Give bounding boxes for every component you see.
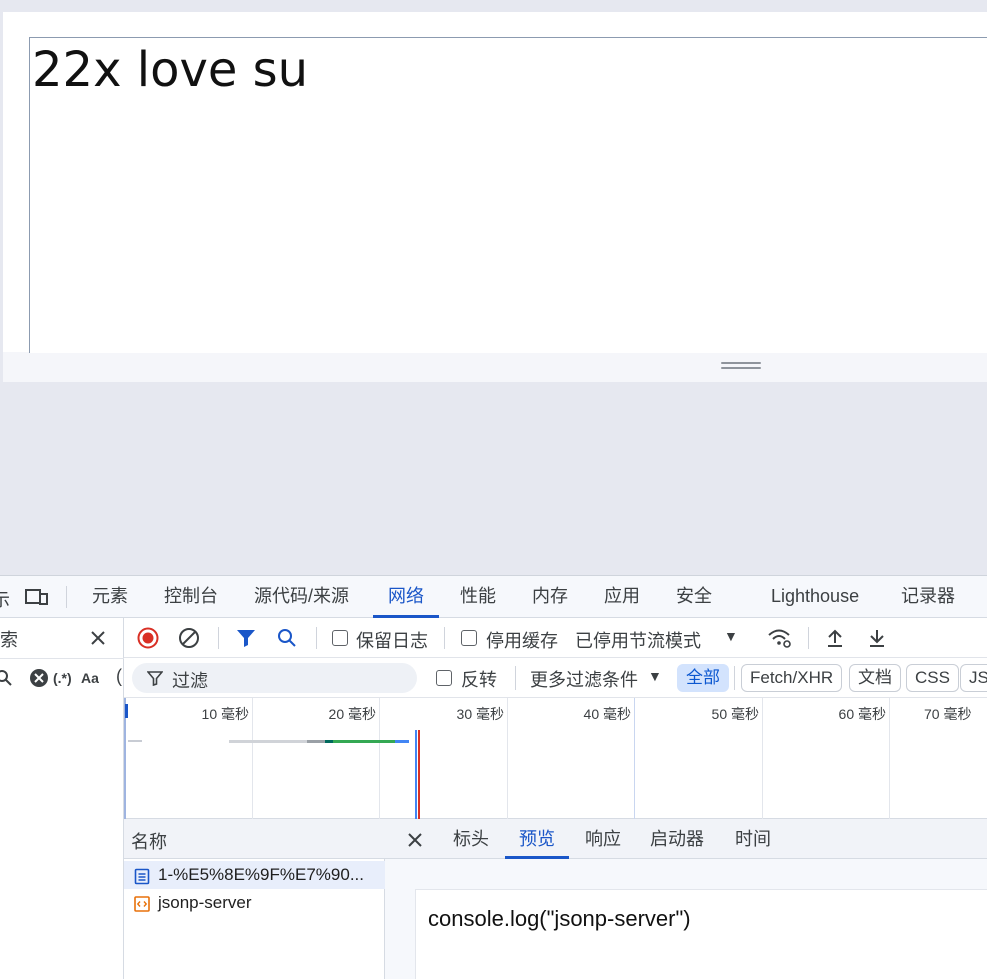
close-icon[interactable]: [86, 626, 110, 650]
table-row[interactable]: jsonp-server: [124, 889, 385, 917]
search-pane: 搜索 (.*) Aa (: [0, 618, 124, 979]
upload-icon[interactable]: [823, 626, 847, 650]
clear-icon[interactable]: [28, 667, 50, 689]
tick-label: 30 毫秒: [456, 706, 504, 722]
table-row[interactable]: 1-%E5%8E%9F%E7%90...: [124, 861, 385, 889]
document-icon: [133, 867, 151, 885]
more-filters-button[interactable]: 更多过滤条件: [530, 666, 638, 692]
viewport-resize-handle[interactable]: [721, 362, 761, 370]
tick-label: 50 毫秒: [711, 706, 759, 722]
preview-text: console.log("jsonp-server"): [428, 906, 691, 931]
disable-cache-label: 停用缓存: [486, 631, 558, 651]
tab-performance[interactable]: 性能: [460, 576, 496, 618]
regex-toggle[interactable]: (.*): [53, 670, 72, 686]
network-conditions-icon[interactable]: [766, 626, 794, 650]
filter-chip-all[interactable]: 全部: [677, 664, 729, 692]
tab-headers[interactable]: 标头: [453, 819, 489, 859]
filter-icon: [146, 669, 164, 687]
request-bar-connect: [325, 740, 333, 743]
filter-chip-css[interactable]: CSS: [906, 664, 959, 692]
filter-icon[interactable]: [234, 626, 258, 650]
tick-label: 60 毫秒: [838, 706, 886, 722]
dom-content-loaded-marker: [415, 730, 417, 819]
disable-cache-checkbox[interactable]: [461, 630, 477, 646]
download-icon[interactable]: [865, 626, 889, 650]
filter-placeholder: 过滤: [172, 671, 208, 691]
page-content: 22x love su: [3, 12, 987, 353]
throttle-select[interactable]: 已停用节流模式: [575, 627, 701, 653]
name-column-header[interactable]: 名称: [124, 819, 385, 859]
request-bar-download: [395, 740, 409, 743]
preserve-log-label: 保留日志: [356, 631, 428, 651]
content-textarea[interactable]: 22x love su: [29, 37, 987, 353]
invert-label: 反转: [461, 670, 497, 690]
devtools-tabbar: 示 元素 控制台 源代码/来源 网络 性能 内存 应用 安全 Lighthous…: [0, 576, 987, 618]
tab-memory[interactable]: 内存: [532, 576, 568, 618]
filter-chip-fetch-xhr[interactable]: Fetch/XHR: [741, 664, 843, 692]
request-detail-pane: 标头 预览 响应 启动器 时间 console.log("jsonp-serve…: [385, 819, 987, 979]
tab-initiator[interactable]: 启动器: [650, 819, 704, 859]
network-toolbar: 保留日志 停用缓存 已停用节流模式 ▼: [124, 618, 987, 658]
inspect-icon[interactable]: 示: [0, 586, 10, 612]
filter-chip-js[interactable]: JS: [960, 664, 987, 692]
chevron-down-icon[interactable]: ▼: [648, 668, 662, 684]
record-icon[interactable]: [136, 626, 160, 650]
tick-label: 20 毫秒: [328, 706, 376, 722]
tab-recorder[interactable]: 记录器: [901, 576, 955, 618]
tick-label: 70 毫秒: [924, 706, 972, 722]
filter-chip-doc[interactable]: 文档: [849, 664, 901, 692]
name-header-label: 名称: [131, 832, 167, 852]
request-name: jsonp-server: [158, 893, 252, 912]
filter-input[interactable]: 过滤: [132, 663, 417, 693]
request-bar-queue: [229, 740, 307, 743]
tab-timing[interactable]: 时间: [735, 819, 771, 859]
tick-label: 40 毫秒: [583, 706, 631, 722]
clear-log-icon[interactable]: [177, 626, 201, 650]
tab-lighthouse[interactable]: Lighthouse: [771, 576, 859, 618]
tab-response[interactable]: 响应: [585, 819, 621, 859]
search-icon[interactable]: [275, 626, 299, 650]
network-timeline[interactable]: 10 毫秒 20 毫秒 30 毫秒 40 毫秒 50 毫秒 60 毫秒 70 毫…: [124, 698, 987, 819]
script-icon: [133, 895, 151, 913]
tab-sources[interactable]: 源代码/来源: [254, 576, 349, 618]
preserve-log-checkbox[interactable]: [332, 630, 348, 646]
tab-preview[interactable]: 预览: [505, 819, 569, 859]
request-bar-waiting: [333, 740, 395, 743]
close-icon[interactable]: [405, 831, 425, 849]
preview-content: console.log("jsonp-server"): [415, 889, 987, 979]
device-toolbar-icon[interactable]: [22, 586, 52, 608]
search-icon: [0, 666, 14, 690]
tab-security[interactable]: 安全: [676, 576, 712, 618]
tab-network[interactable]: 网络: [373, 576, 439, 618]
tab-console[interactable]: 控制台: [164, 576, 218, 618]
request-bar-stalled: [307, 740, 325, 743]
invert-checkbox[interactable]: [436, 670, 452, 686]
tick-label: 10 毫秒: [201, 706, 249, 722]
page-viewport: 22x love su: [3, 12, 987, 382]
tab-elements[interactable]: 元素: [92, 576, 128, 618]
request-bar: [128, 740, 142, 742]
textarea-text: 22x love su: [32, 42, 309, 98]
detail-tabbar: 标头 预览 响应 启动器 时间: [385, 819, 987, 859]
chevron-down-icon[interactable]: ▼: [724, 628, 738, 644]
load-marker: [418, 730, 420, 819]
tab-application[interactable]: 应用: [604, 576, 640, 618]
devtools-panel: 示 元素 控制台 源代码/来源 网络 性能 内存 应用 安全 Lighthous…: [0, 575, 987, 979]
request-name: 1-%E5%8E%9F%E7%90...: [158, 865, 364, 884]
request-list: 名称 1-%E5%8E%9F%E7%90... jsonp-server: [124, 819, 385, 979]
search-pane-title: 搜索: [0, 630, 18, 650]
match-case-toggle[interactable]: Aa: [81, 670, 99, 686]
